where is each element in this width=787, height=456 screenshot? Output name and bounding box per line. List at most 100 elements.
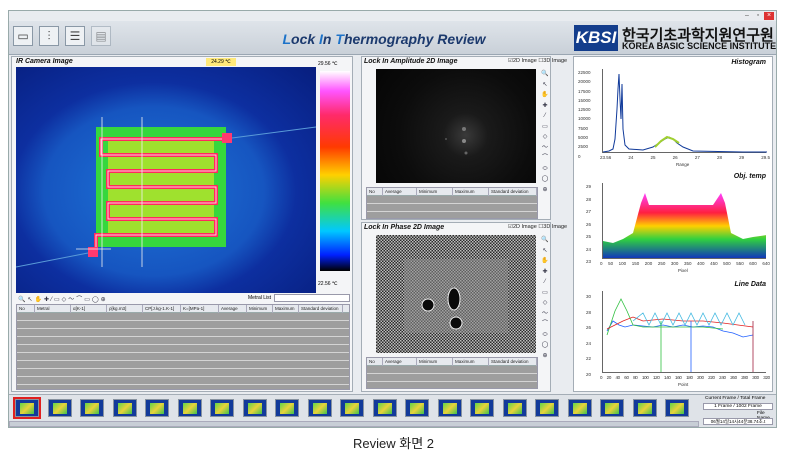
frame-thumbnail-image: [280, 403, 294, 414]
frame-thumbnail-image: [507, 403, 522, 414]
title-bar: – ▫ ×: [9, 11, 776, 21]
kbsi-logo: KBSI 한국기초과학지원연구원 KOREA BASIC SCIENCE INS…: [574, 25, 776, 53]
frame-thumbnail[interactable]: [307, 399, 332, 417]
col-no: No: [367, 358, 383, 366]
frame-thumbnail-image: [182, 403, 197, 414]
frame-thumbnail[interactable]: [567, 399, 592, 417]
scale-max-label: 29.56 ℃: [318, 61, 338, 67]
col-alpha: α[K-1]: [71, 305, 107, 313]
frame-thumbnail-image: [20, 403, 34, 414]
ir-stats-table: No Metral α[K-1] ρ[kg.m3] CP[J.kg-1.K-1] K=[M…: [16, 304, 350, 390]
amp-view-options[interactable]: ☑2D Image ☐3D Image: [508, 58, 567, 64]
frame-thumbnail[interactable]: [177, 399, 202, 417]
frame-thumbnail[interactable]: [405, 399, 429, 417]
phase-table-body: [367, 366, 537, 388]
frame-thumbnail-image: [670, 403, 684, 414]
histogram-title: Histogram: [731, 59, 766, 66]
phase-view-options[interactable]: ☑2D Image ☐3D Image: [508, 224, 567, 230]
close-button[interactable]: ×: [764, 12, 774, 20]
caption: Review 화면 2: [353, 436, 434, 451]
col-minimum: Minimum: [417, 358, 453, 366]
frame-thumbnail-image: [247, 403, 262, 414]
frame-thumbnail[interactable]: [535, 399, 559, 417]
phase-stats-table: No Average Minimum Maximum Standard deviatio…: [366, 357, 538, 389]
ir-camera-panel: IR Camera Image 24.29 ℃ 29.56 ℃ 22.56 ℃ …: [11, 56, 353, 392]
col-stddev: Standard deviation: [489, 188, 537, 196]
frame-thumbnail[interactable]: [275, 399, 299, 417]
frame-thumbnail[interactable]: [437, 399, 462, 417]
frame-thumbnail-image: [572, 403, 587, 414]
frame-thumbnail[interactable]: [112, 399, 137, 417]
linedata-xticks: 0 20 40 60 80 100 120 140 160 180 200 220 240 260 280 3…: [600, 375, 770, 380]
col-average: Average: [383, 188, 417, 196]
minimize-button[interactable]: –: [742, 12, 752, 20]
frame-thumbnail-image: [345, 403, 359, 414]
frame-thumbnail[interactable]: [632, 399, 657, 417]
frame-thumbnail-image: [475, 403, 489, 414]
phase-2d-option[interactable]: 2D Image: [513, 224, 537, 230]
ir-tool-strip[interactable]: 🔍↖✋✚⁄▭◇〜⌒▭◯⊕: [18, 294, 108, 303]
objtemp-yticks: 29 28 27 26 25 24 23: [586, 184, 592, 264]
frame-thumbnail-image: [605, 403, 619, 414]
frame-thumbnail[interactable]: [600, 399, 624, 417]
amp-table-body: [367, 196, 537, 218]
amp-vertical-tools[interactable]: 🔍 ↖ ✋ ✚ ⁄ ▭ ◇ 〜 ⌒ ⬭ ◯ ⊕: [540, 69, 550, 195]
frame-thumbnail-image: [150, 403, 164, 414]
objtemp-xticks: 0 50 100 150 200 250 300 350 400 450 500 550 600 640: [600, 261, 770, 266]
metal-list-select[interactable]: [274, 294, 350, 302]
ir-heat-map: [16, 117, 316, 268]
frame-thumbnail[interactable]: [665, 399, 689, 417]
phase-image[interactable]: [376, 235, 536, 353]
maximize-button[interactable]: ▫: [753, 12, 763, 20]
objtemp-plot: [602, 183, 766, 259]
list-icon[interactable]: ☰: [65, 26, 85, 46]
phase-vertical-tools[interactable]: 🔍 ↖ ✋ ✚ ⁄ ▭ ◇ 〜 ⌒ ⬭ ◯ ⊕: [540, 235, 550, 361]
frame-thumbnail-image: [312, 403, 327, 414]
ir-camera-image[interactable]: [16, 67, 316, 293]
phase-table-header: No Average Minimum Maximum Standard deviatio…: [367, 358, 537, 366]
frame-scrollbar[interactable]: [9, 421, 699, 427]
frame-thumbnail[interactable]: [145, 399, 169, 417]
sliders-icon[interactable]: ⫶: [39, 26, 59, 46]
frame-thumbnail[interactable]: [47, 399, 72, 417]
col-no: No: [17, 305, 35, 313]
col-metral: Metral: [35, 305, 71, 313]
histogram-xticks: 23.56 24 25 26 27 28 29 29.5: [600, 155, 770, 160]
linedata-lines: [606, 298, 754, 372]
frame-thumbnail-image: [52, 403, 67, 414]
frame-thumbnail[interactable]: [340, 399, 364, 417]
phase-features: [404, 259, 508, 333]
frame-thumbnail[interactable]: [210, 399, 234, 417]
ir-panel-title: IR Camera Image: [16, 58, 73, 65]
objtemp-area: [603, 193, 766, 258]
window-icon[interactable]: ▭: [13, 26, 33, 46]
amp-2d-option[interactable]: 2D Image: [513, 58, 537, 64]
col-k: K=[MPa-1]: [181, 305, 219, 313]
current-frame-label: Current Frame / Total Frame: [705, 396, 766, 401]
frame-thumbnail[interactable]: [13, 397, 41, 419]
amp-table-header: No Average Minimum Maximum Standard deviatio…: [367, 188, 537, 196]
col-average: Average: [219, 305, 247, 313]
histogram-plot: [602, 69, 767, 153]
objtemp-title: Obj. temp: [733, 173, 766, 180]
linedata-title: Line Data: [734, 281, 766, 288]
ir-table-header: No Metral α[K-1] ρ[kg.m3] CP[J.kg-1.K-1] K=[M…: [17, 305, 349, 313]
frame-thumbnail[interactable]: [372, 399, 397, 417]
amplitude-image[interactable]: [376, 69, 536, 183]
ir-table-body: [17, 313, 349, 389]
col-maximum: Maximum: [273, 305, 299, 313]
amplitude-spots: [445, 127, 468, 155]
frame-thumbnail[interactable]: [470, 399, 494, 417]
frame-thumbnail[interactable]: [502, 399, 527, 417]
frame-thumbnail-image: [117, 403, 132, 414]
linedata-xlabel: Point: [678, 382, 689, 387]
frame-thumbnail[interactable]: [242, 399, 267, 417]
phase-3d-option[interactable]: 3D Image: [543, 224, 567, 230]
col-cp: CP[J.kg-1.K-1]: [143, 305, 181, 313]
frame-thumbnail[interactable]: [80, 399, 104, 417]
amp-3d-option[interactable]: 3D Image: [543, 58, 567, 64]
document-icon[interactable]: ▤: [91, 26, 111, 46]
metal-list-label: Metral List: [248, 295, 272, 301]
file-name-value: 06월14일14시44분38.74초.t: [703, 418, 773, 425]
histogram-xlabel: Range: [676, 162, 690, 167]
